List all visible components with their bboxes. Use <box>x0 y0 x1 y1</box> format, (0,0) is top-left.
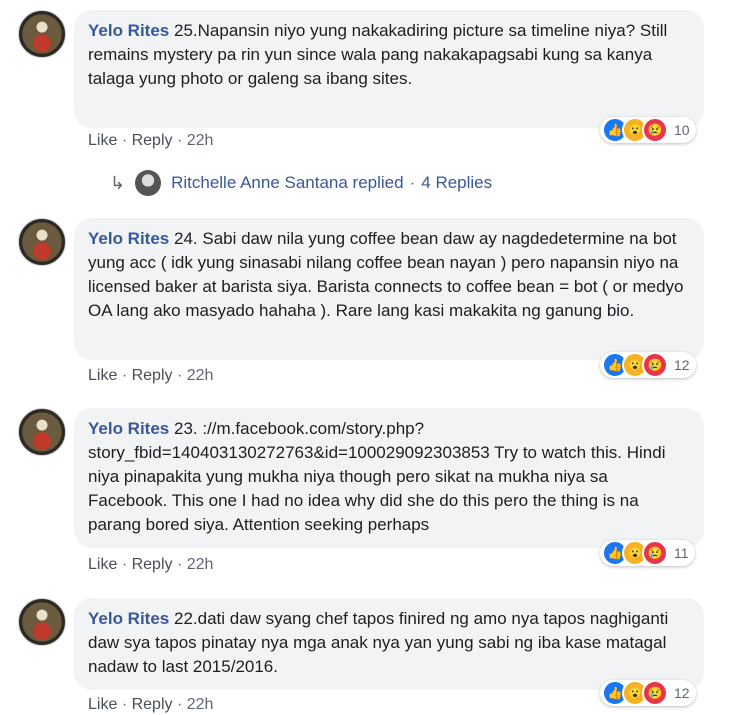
comment-bubble: Yelo Rites 25.Napansin niyo yung nakakad… <box>74 10 704 128</box>
comment-text: 25.Napansin niyo yung nakakadiring pictu… <box>88 21 668 88</box>
separator: · <box>176 696 187 713</box>
separator: · <box>121 132 132 149</box>
timestamp[interactable]: 22h <box>187 696 214 713</box>
like-link[interactable]: Like <box>88 696 117 713</box>
comment-bubble: Yelo Rites 23. ://m.facebook.com/story.p… <box>74 408 704 548</box>
like-link[interactable]: Like <box>88 367 117 384</box>
comment-text: 24. Sabi daw nila yung coffee bean daw a… <box>88 229 684 320</box>
view-replies-link[interactable]: ↳ Ritchelle Anne Santana replied · 4 Rep… <box>110 170 492 196</box>
timestamp[interactable]: 22h <box>187 367 214 384</box>
separator: · <box>176 367 187 384</box>
avatar[interactable] <box>18 218 66 266</box>
reaction-count: 12 <box>674 357 690 373</box>
avatar <box>135 170 162 196</box>
separator: · <box>121 696 132 713</box>
comment-actions: Like · Reply · 22h <box>88 132 213 150</box>
timestamp[interactable]: 22h <box>187 556 214 573</box>
reaction-summary[interactable]: 👍 😮 😢 11 <box>600 540 695 566</box>
separator: · <box>176 132 187 149</box>
like-link[interactable]: Like <box>88 556 117 573</box>
reply-arrow-icon: ↳ <box>110 172 126 193</box>
reply-link[interactable]: Reply <box>132 556 173 573</box>
separator: · <box>409 173 416 192</box>
comment-actions: Like · Reply · 22h <box>88 696 213 714</box>
comment-author[interactable]: Yelo Rites <box>88 609 169 628</box>
avatar[interactable] <box>18 598 66 646</box>
sad-reaction-icon: 😢 <box>642 117 668 143</box>
comment-text: 22.dati daw syang chef tapos finired ng … <box>88 609 669 676</box>
like-link[interactable]: Like <box>88 132 117 149</box>
reply-count[interactable]: 4 Replies <box>421 173 492 193</box>
comment-actions: Like · Reply · 22h <box>88 556 213 574</box>
comment-author[interactable]: Yelo Rites <box>88 229 169 248</box>
reply-link[interactable]: Reply <box>132 696 173 713</box>
avatar[interactable] <box>18 408 66 456</box>
reaction-count: 10 <box>674 122 690 138</box>
comment-text: 23. ://m.facebook.com/story.php?story_fb… <box>88 419 666 534</box>
replier-name[interactable]: Ritchelle Anne Santana replied <box>171 173 404 193</box>
timestamp[interactable]: 22h <box>187 132 214 149</box>
reaction-summary[interactable]: 👍 😮 😢 12 <box>600 352 696 378</box>
sad-reaction-icon: 😢 <box>642 680 668 706</box>
sad-reaction-icon: 😢 <box>642 540 668 566</box>
reaction-count: 12 <box>674 685 690 701</box>
comment-author[interactable]: Yelo Rites <box>88 21 169 40</box>
comment-author[interactable]: Yelo Rites <box>88 419 169 438</box>
reply-link[interactable]: Reply <box>132 367 173 384</box>
comment-bubble: Yelo Rites 22.dati daw syang chef tapos … <box>74 598 704 690</box>
reaction-summary[interactable]: 👍 😮 😢 12 <box>600 680 696 706</box>
separator: · <box>176 556 187 573</box>
comment-bubble: Yelo Rites 24. Sabi daw nila yung coffee… <box>74 218 704 360</box>
sad-reaction-icon: 😢 <box>642 352 668 378</box>
avatar[interactable] <box>18 10 66 58</box>
comment-actions: Like · Reply · 22h <box>88 367 213 385</box>
reply-link[interactable]: Reply <box>132 132 173 149</box>
reaction-count: 11 <box>674 545 689 561</box>
separator: · <box>121 367 132 384</box>
separator: · <box>121 556 132 573</box>
reaction-summary[interactable]: 👍 😮 😢 10 <box>600 117 696 143</box>
